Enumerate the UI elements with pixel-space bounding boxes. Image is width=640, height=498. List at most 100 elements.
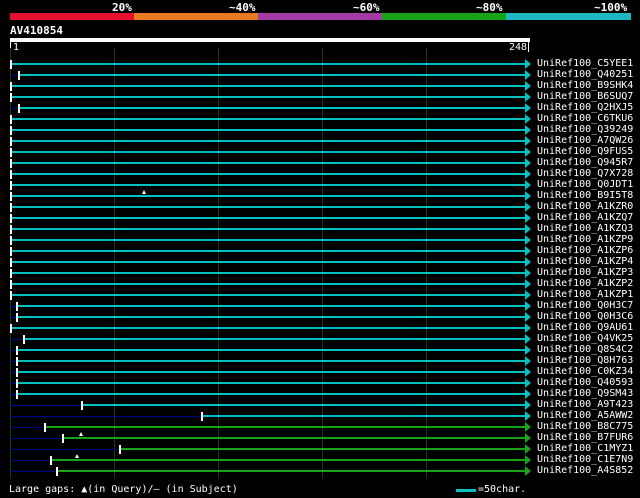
legend-color-orange	[134, 13, 258, 20]
hit-alignment-bar[interactable]	[20, 74, 525, 76]
hit-label[interactable]: UniRef100_C5YEE1	[537, 58, 633, 69]
hit-label[interactable]: UniRef100_B6SUQ7	[537, 91, 633, 102]
hit-label[interactable]: UniRef100_A1KZQ7	[537, 212, 633, 223]
hit-alignment-bar[interactable]	[12, 294, 525, 296]
hit-alignment-bar[interactable]	[18, 316, 525, 318]
hit-end-arrow	[525, 158, 531, 168]
hit-end-arrow	[525, 279, 531, 289]
hit-alignment-bar[interactable]	[12, 239, 525, 241]
hit-alignment-bar[interactable]	[12, 217, 525, 219]
hit-label[interactable]: UniRef100_B9I5T8	[537, 190, 633, 201]
hit-alignment-bar[interactable]	[12, 261, 525, 263]
hit-label[interactable]: UniRef100_A1KZR0	[537, 201, 633, 212]
hit-alignment-bar[interactable]	[45, 426, 525, 428]
hit-alignment-bar[interactable]	[58, 470, 525, 472]
hit-alignment-bar[interactable]	[12, 173, 525, 175]
hit-alignment-bar[interactable]	[12, 272, 525, 274]
hit-end-arrow	[525, 191, 531, 201]
hit-label[interactable]: UniRef100_Q2HXJ5	[537, 102, 633, 113]
hit-end-arrow	[525, 345, 531, 355]
hit-alignment-bar[interactable]	[12, 63, 525, 65]
hit-label[interactable]: UniRef100_C1E7N9	[537, 454, 633, 465]
hit-label[interactable]: UniRef100_A4S852	[537, 465, 633, 476]
hit-end-arrow	[525, 378, 531, 388]
hit-unaligned-prefix	[10, 460, 50, 461]
hit-alignment-bar[interactable]	[121, 448, 525, 450]
hit-alignment-bar[interactable]	[12, 151, 525, 153]
hit-label[interactable]: UniRef100_C0KZ34	[537, 366, 633, 377]
hit-label[interactable]: UniRef100_A1KZP9	[537, 234, 633, 245]
hit-end-arrow	[525, 356, 531, 366]
hit-end-arrow	[525, 400, 531, 410]
hit-alignment-bar[interactable]	[18, 371, 525, 373]
hit-label[interactable]: UniRef100_Q4VK25	[537, 333, 633, 344]
hit-label[interactable]: UniRef100_Q39249	[537, 124, 633, 135]
hit-alignment-bar[interactable]	[12, 283, 525, 285]
hit-alignment-bar[interactable]	[83, 404, 525, 406]
hit-label[interactable]: UniRef100_A1KZP6	[537, 245, 633, 256]
grid-line	[114, 48, 115, 478]
query-end-tick	[528, 42, 529, 52]
hit-unaligned-prefix	[10, 416, 201, 417]
hit-label[interactable]: UniRef100_Q40593	[537, 377, 633, 388]
hit-alignment-bar[interactable]	[12, 118, 525, 120]
hit-alignment-bar[interactable]	[12, 195, 525, 197]
hit-label[interactable]: UniRef100_Q8H763	[537, 355, 633, 366]
hit-label[interactable]: UniRef100_A1KZP3	[537, 267, 633, 278]
hit-label[interactable]: UniRef100_Q40251	[537, 69, 633, 80]
hit-label[interactable]: UniRef100_B9SHK4	[537, 80, 633, 91]
hit-alignment-bar[interactable]	[12, 228, 525, 230]
hit-label[interactable]: UniRef100_B8C775	[537, 421, 633, 432]
hit-label[interactable]: UniRef100_A5AWW2	[537, 410, 633, 421]
hit-alignment-bar[interactable]	[18, 393, 525, 395]
hit-label[interactable]: UniRef100_B7FUR6	[537, 432, 633, 443]
hit-alignment-bar[interactable]	[18, 382, 525, 384]
hit-label[interactable]: UniRef100_C6TKU6	[537, 113, 633, 124]
hit-label[interactable]: UniRef100_Q0H3C7	[537, 300, 633, 311]
hit-alignment-bar[interactable]	[64, 437, 525, 439]
hit-end-arrow	[525, 59, 531, 69]
hit-alignment-bar[interactable]	[18, 349, 525, 351]
hit-label[interactable]: UniRef100_A1KZQ3	[537, 223, 633, 234]
hit-alignment-bar[interactable]	[12, 96, 525, 98]
query-id: AV410854	[10, 24, 63, 37]
hit-alignment-bar[interactable]	[18, 360, 525, 362]
hit-unaligned-prefix	[10, 339, 23, 340]
hit-label[interactable]: UniRef100_C1MYZ1	[537, 443, 633, 454]
hit-alignment-bar[interactable]	[12, 129, 525, 131]
hit-label[interactable]: UniRef100_Q0JDT1	[537, 179, 633, 190]
hit-label[interactable]: UniRef100_A1KZP2	[537, 278, 633, 289]
hit-alignment-bar[interactable]	[12, 250, 525, 252]
hit-label[interactable]: UniRef100_Q7X728	[537, 168, 633, 179]
hit-alignment-bar[interactable]	[12, 206, 525, 208]
hit-label[interactable]: UniRef100_Q945R7	[537, 157, 633, 168]
hit-end-arrow	[525, 136, 531, 146]
hit-end-arrow	[525, 92, 531, 102]
hit-alignment-bar[interactable]	[18, 305, 525, 307]
query-gap-marker	[75, 454, 80, 458]
hit-alignment-bar[interactable]	[202, 415, 525, 417]
hit-alignment-bar[interactable]	[51, 459, 525, 461]
hit-end-arrow	[525, 169, 531, 179]
hit-end-arrow	[525, 125, 531, 135]
hit-end-arrow	[525, 367, 531, 377]
hit-label[interactable]: UniRef100_A7QW26	[537, 135, 633, 146]
hit-alignment-bar[interactable]	[12, 140, 525, 142]
hit-alignment-bar[interactable]	[24, 338, 525, 340]
hit-alignment-bar[interactable]	[12, 184, 525, 186]
hit-label[interactable]: UniRef100_A1KZP1	[537, 289, 633, 300]
hit-label[interactable]: UniRef100_Q8S4C2	[537, 344, 633, 355]
hit-alignment-bar[interactable]	[20, 107, 525, 109]
hit-label[interactable]: UniRef100_Q9SM43	[537, 388, 633, 399]
hit-label[interactable]: UniRef100_Q9AU61	[537, 322, 633, 333]
hit-label[interactable]: UniRef100_A1KZP4	[537, 256, 633, 267]
hit-end-arrow	[525, 81, 531, 91]
hit-label[interactable]: UniRef100_Q9FUS5	[537, 146, 633, 157]
hit-label[interactable]: UniRef100_A9T423	[537, 399, 633, 410]
hit-alignment-bar[interactable]	[12, 162, 525, 164]
hit-end-arrow	[525, 389, 531, 399]
hit-label[interactable]: UniRef100_Q0H3C6	[537, 311, 633, 322]
hit-alignment-bar[interactable]	[12, 85, 525, 87]
hit-end-arrow	[525, 202, 531, 212]
hit-alignment-bar[interactable]	[12, 327, 525, 329]
